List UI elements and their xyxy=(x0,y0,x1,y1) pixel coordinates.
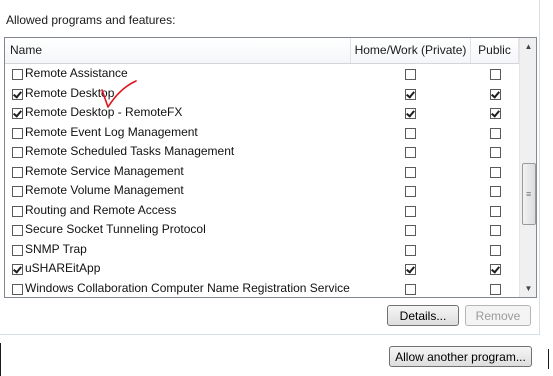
allowed-programs-panel: Allowed programs and features: Name Home… xyxy=(0,0,540,335)
public-checkbox[interactable] xyxy=(490,244,501,256)
column-header-public[interactable]: Public xyxy=(471,38,519,63)
public-checkbox[interactable] xyxy=(490,88,501,100)
scrollbar-grip-icon: ≡ xyxy=(526,189,532,199)
public-checkbox[interactable] xyxy=(490,225,501,236)
program-name: Remote Desktop xyxy=(25,85,115,100)
home-work-checkbox[interactable] xyxy=(405,147,416,158)
program-name: uSHAREitApp xyxy=(25,261,101,275)
program-enabled-checkbox[interactable] xyxy=(12,283,23,295)
program-enabled-checkbox[interactable] xyxy=(12,147,23,158)
list-item[interactable]: Secure Socket Tunneling Protocol xyxy=(5,221,519,241)
allow-another-program-button[interactable]: Allow another program... xyxy=(389,346,532,367)
remove-button[interactable]: Remove xyxy=(465,305,531,326)
program-name: Routing and Remote Access xyxy=(25,202,177,217)
column-header-home-work[interactable]: Home/Work (Private) xyxy=(351,38,471,63)
vertical-scrollbar[interactable]: ▲ ≡ ▼ xyxy=(519,38,536,297)
list-item[interactable]: Remote Volume Management xyxy=(5,182,519,202)
program-enabled-checkbox[interactable] xyxy=(12,264,23,275)
program-name: Remote Volume Management xyxy=(25,183,184,197)
program-enabled-checkbox[interactable] xyxy=(12,166,23,178)
home-work-checkbox[interactable] xyxy=(405,244,416,256)
text-cursor-marker xyxy=(548,349,549,369)
list-item[interactable]: Remote Service Management xyxy=(5,163,519,183)
list-item[interactable]: Remote Desktop - RemoteFX xyxy=(5,104,519,124)
allowed-programs-list[interactable]: Name Home/Work (Private) Public Remote A… xyxy=(4,37,537,298)
program-enabled-checkbox[interactable] xyxy=(12,69,23,80)
program-enabled-checkbox[interactable] xyxy=(12,244,23,256)
list-item[interactable]: Windows Collaboration Computer Name Regi… xyxy=(5,280,519,298)
program-enabled-checkbox[interactable] xyxy=(12,127,23,139)
public-checkbox[interactable] xyxy=(490,166,501,178)
list-item[interactable]: Routing and Remote Access xyxy=(5,202,519,222)
program-enabled-checkbox[interactable] xyxy=(12,88,23,100)
scroll-down-arrow-icon[interactable]: ▼ xyxy=(520,280,536,297)
public-checkbox[interactable] xyxy=(490,186,501,197)
home-work-checkbox[interactable] xyxy=(405,186,416,197)
public-checkbox[interactable] xyxy=(490,108,501,119)
firewall-allowed-programs-dialog: Allowed programs and features: Name Home… xyxy=(0,0,553,376)
program-name: Remote Assistance xyxy=(25,66,128,80)
list-item[interactable]: Remote Scheduled Tasks Management xyxy=(5,143,519,163)
list-item[interactable]: Remote Assistance xyxy=(5,65,519,85)
home-work-checkbox[interactable] xyxy=(405,264,416,275)
program-name: SNMP Trap xyxy=(25,241,87,256)
window-edge-divider xyxy=(0,343,1,376)
home-work-checkbox[interactable] xyxy=(405,205,416,217)
public-checkbox[interactable] xyxy=(490,205,501,217)
program-name: Remote Scheduled Tasks Management xyxy=(25,144,235,158)
public-checkbox[interactable] xyxy=(490,147,501,158)
public-checkbox[interactable] xyxy=(490,127,501,139)
public-checkbox[interactable] xyxy=(490,69,501,80)
home-work-checkbox[interactable] xyxy=(405,225,416,236)
program-enabled-checkbox[interactable] xyxy=(12,186,23,197)
home-work-checkbox[interactable] xyxy=(405,88,416,100)
program-enabled-checkbox[interactable] xyxy=(12,108,23,119)
list-item[interactable]: SNMP Trap xyxy=(5,241,519,261)
program-name: Secure Socket Tunneling Protocol xyxy=(25,222,206,236)
home-work-checkbox[interactable] xyxy=(405,108,416,119)
details-button[interactable]: Details... xyxy=(387,305,459,326)
list-item[interactable]: uSHAREitApp xyxy=(5,260,519,280)
list-rows: Remote Assistance Remote Desktop Remote De… xyxy=(5,65,519,298)
home-work-checkbox[interactable] xyxy=(405,127,416,139)
program-name: Remote Desktop - RemoteFX xyxy=(25,105,183,119)
home-work-checkbox[interactable] xyxy=(405,166,416,178)
public-checkbox[interactable] xyxy=(490,264,501,275)
program-name: Windows Collaboration Computer Name Regi… xyxy=(25,280,350,295)
scroll-up-arrow-icon[interactable]: ▲ xyxy=(520,38,536,55)
allowed-programs-label: Allowed programs and features: xyxy=(6,13,176,27)
program-enabled-checkbox[interactable] xyxy=(12,225,23,236)
home-work-checkbox[interactable] xyxy=(405,69,416,80)
list-item[interactable]: Remote Event Log Management xyxy=(5,124,519,144)
list-item[interactable]: Remote Desktop xyxy=(5,85,519,105)
program-name: Remote Event Log Management xyxy=(25,124,198,139)
public-checkbox[interactable] xyxy=(490,283,501,295)
scrollbar-thumb[interactable]: ≡ xyxy=(522,163,536,225)
program-name: Remote Service Management xyxy=(25,163,184,178)
list-header: Name Home/Work (Private) Public xyxy=(5,38,519,64)
program-enabled-checkbox[interactable] xyxy=(12,205,23,217)
column-header-name[interactable]: Name xyxy=(5,38,351,63)
home-work-checkbox[interactable] xyxy=(405,283,416,295)
